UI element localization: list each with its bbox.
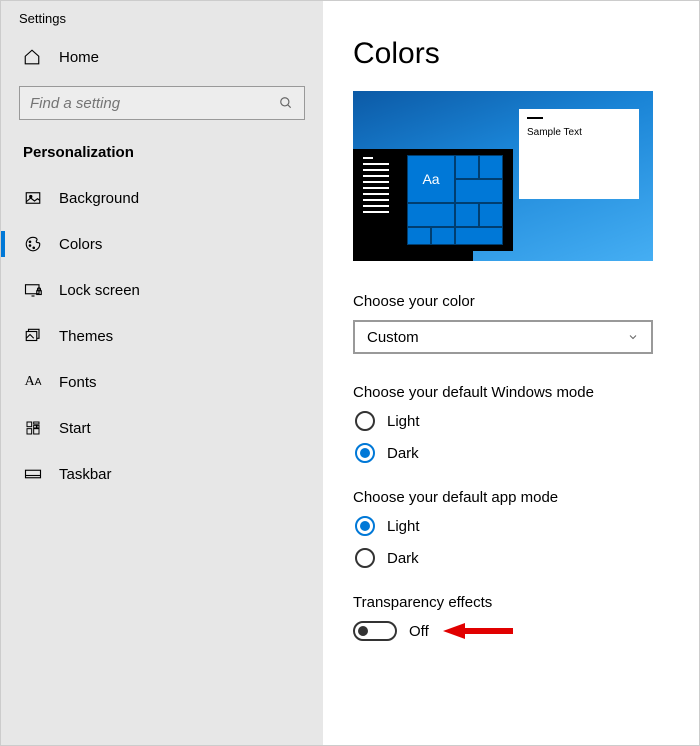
app-title: Settings <box>1 1 323 30</box>
nav-label: Themes <box>59 328 113 345</box>
nav-label: Taskbar <box>59 466 112 483</box>
search-icon <box>278 95 294 111</box>
windows-mode-label: Choose your default Windows mode <box>353 384 669 401</box>
radio-label: Light <box>387 413 420 430</box>
nav-list: Background Colors Lock screen Themes AA … <box>1 175 323 497</box>
search-input[interactable] <box>30 95 278 112</box>
windows-mode-group: Choose your default Windows mode Light D… <box>353 384 669 463</box>
nav-label: Background <box>59 190 139 207</box>
app-mode-light[interactable]: Light <box>353 516 669 536</box>
section-title: Personalization <box>1 120 323 175</box>
home-nav[interactable]: Home <box>1 30 323 80</box>
nav-item-colors[interactable]: Colors <box>1 221 323 267</box>
transparency-state: Off <box>409 623 429 640</box>
radio-label: Dark <box>387 445 419 462</box>
search-box[interactable] <box>19 86 305 120</box>
home-icon <box>23 48 41 66</box>
app-mode-label: Choose your default app mode <box>353 489 669 506</box>
nav-item-background[interactable]: Background <box>1 175 323 221</box>
radio-icon <box>355 516 375 536</box>
annotation-arrow-icon <box>443 621 513 641</box>
settings-sidebar: Settings Home Personalization Background… <box>1 1 323 745</box>
picture-icon <box>23 188 43 208</box>
color-mode-value: Custom <box>367 329 419 346</box>
radio-label: Dark <box>387 550 419 567</box>
nav-label: Start <box>59 420 91 437</box>
fonts-icon: AA <box>23 372 43 392</box>
nav-label: Fonts <box>59 374 97 391</box>
transparency-toggle[interactable] <box>353 621 397 641</box>
themes-icon <box>23 326 43 346</box>
nav-item-taskbar[interactable]: Taskbar <box>1 451 323 497</box>
color-preview: Aa Sample Text <box>353 91 653 261</box>
radio-icon <box>355 548 375 568</box>
radio-label: Light <box>387 518 420 535</box>
transparency-label: Transparency effects <box>353 594 669 611</box>
nav-label: Lock screen <box>59 282 140 299</box>
color-mode-label: Choose your color <box>353 293 669 310</box>
palette-icon <box>23 234 43 254</box>
app-mode-dark[interactable]: Dark <box>353 548 669 568</box>
taskbar-icon <box>23 464 43 484</box>
preview-window: Sample Text <box>519 109 639 199</box>
start-icon <box>23 418 43 438</box>
preview-sample-text: Sample Text <box>527 127 582 138</box>
preview-tile: Aa <box>407 155 455 203</box>
nav-item-fonts[interactable]: AA Fonts <box>1 359 323 405</box>
nav-item-lockscreen[interactable]: Lock screen <box>1 267 323 313</box>
lockscreen-icon <box>23 280 43 300</box>
radio-icon <box>355 411 375 431</box>
app-mode-group: Choose your default app mode Light Dark <box>353 489 669 568</box>
home-label: Home <box>59 49 99 66</box>
windows-mode-light[interactable]: Light <box>353 411 669 431</box>
windows-mode-dark[interactable]: Dark <box>353 443 669 463</box>
preview-start-menu: Aa <box>353 149 513 251</box>
color-mode-select[interactable]: Custom <box>353 320 653 354</box>
main-panel: Colors Aa Sample Text Choose your color … <box>323 1 699 745</box>
nav-item-themes[interactable]: Themes <box>1 313 323 359</box>
page-title: Colors <box>353 37 669 71</box>
chevron-down-icon <box>627 331 639 343</box>
nav-label: Colors <box>59 236 102 253</box>
nav-item-start[interactable]: Start <box>1 405 323 451</box>
radio-icon <box>355 443 375 463</box>
